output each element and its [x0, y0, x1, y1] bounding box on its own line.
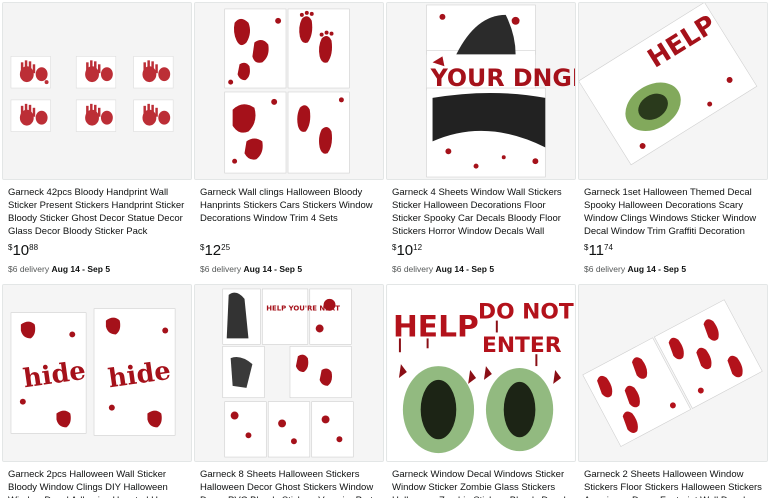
product-price: $1088: [8, 242, 38, 260]
product-price: $1174: [584, 242, 613, 260]
product-price: $1012: [392, 242, 422, 260]
delivery-prefix: $6 delivery: [392, 264, 434, 274]
help-zombie-decal-icon: HELP: [579, 3, 767, 179]
product-title[interactable]: Garneck 2pcs Halloween Wall Sticker Bloo…: [8, 468, 188, 498]
delivery-dates: Aug 14 - Sep 5: [627, 264, 687, 274]
product-image[interactable]: [578, 284, 768, 462]
price-whole: 11: [588, 242, 605, 259]
hide-bloody-window-clings-icon: hide hide: [3, 285, 191, 461]
product-title[interactable]: Garneck Window Decal Windows Sticker Win…: [392, 468, 572, 498]
price-currency: $: [392, 243, 397, 252]
price-currency: $: [584, 243, 589, 252]
help-text: HELP: [393, 308, 479, 343]
bloody-footprint-floor-stickers-icon: [579, 285, 767, 461]
price-fraction: 12: [413, 243, 423, 252]
price-whole: 10: [396, 242, 414, 259]
delivery-dates: Aug 14 - Sep 5: [51, 264, 111, 274]
delivery-info: $6 delivery Aug 14 - Sep 5: [200, 264, 302, 274]
delivery-info: $6 delivery Aug 14 - Sep 5: [584, 264, 686, 274]
handprint-stickers-sheet-icon: [3, 3, 191, 179]
price-currency: $: [8, 243, 13, 252]
product-price: $1225: [200, 242, 230, 260]
do-not-text: DO NOT: [478, 300, 574, 325]
help-do-not-enter-zombie-icon: HELP DO NOT ENTER: [387, 285, 575, 461]
danger-window-stickers-icon: YOUR DNGR: [387, 3, 575, 179]
product-grid: Garneck 42pcs Bloody Handprint Wall Stic…: [0, 0, 768, 498]
product-title[interactable]: Garneck 2 Sheets Halloween Window Sticke…: [584, 468, 764, 498]
price-whole: 12: [204, 242, 222, 259]
danger-sign-text: YOUR DNGR: [430, 64, 575, 92]
product-image[interactable]: hide hide: [2, 284, 192, 462]
product-title[interactable]: Garneck 1set Halloween Themed Decal Spoo…: [584, 186, 764, 238]
delivery-prefix: $6 delivery: [8, 264, 50, 274]
enter-text: ENTER: [482, 333, 562, 358]
product-image[interactable]: [194, 2, 384, 180]
price-whole: 10: [12, 242, 30, 259]
help-youre-next-sticker-sheets-icon: HELP YOU'RE NEXT: [195, 285, 383, 461]
delivery-prefix: $6 delivery: [584, 264, 626, 274]
product-image[interactable]: HELP: [578, 2, 768, 180]
delivery-dates: Aug 14 - Sep 5: [435, 264, 495, 274]
price-fraction: 88: [29, 243, 39, 252]
product-image[interactable]: HELP DO NOT ENTER: [386, 284, 576, 462]
product-title[interactable]: Garneck Wall clings Halloween Bloody Han…: [200, 186, 380, 238]
product-image[interactable]: [2, 2, 192, 180]
product-image[interactable]: YOUR DNGR: [386, 2, 576, 180]
delivery-prefix: $6 delivery: [200, 264, 242, 274]
price-fraction: 74: [604, 243, 613, 252]
product-title[interactable]: Garneck 42pcs Bloody Handprint Wall Stic…: [8, 186, 188, 238]
product-title[interactable]: Garneck 8 Sheets Halloween Stickers Hall…: [200, 468, 380, 498]
price-currency: $: [200, 243, 205, 252]
delivery-info: $6 delivery Aug 14 - Sep 5: [8, 264, 110, 274]
bloody-footprint-sheets-icon: [195, 3, 383, 179]
delivery-info: $6 delivery Aug 14 - Sep 5: [392, 264, 494, 274]
price-fraction: 25: [221, 243, 231, 252]
delivery-dates: Aug 14 - Sep 5: [243, 264, 303, 274]
product-title[interactable]: Garneck 4 Sheets Window Wall Stickers St…: [392, 186, 572, 238]
product-image[interactable]: HELP YOU'RE NEXT: [194, 284, 384, 462]
